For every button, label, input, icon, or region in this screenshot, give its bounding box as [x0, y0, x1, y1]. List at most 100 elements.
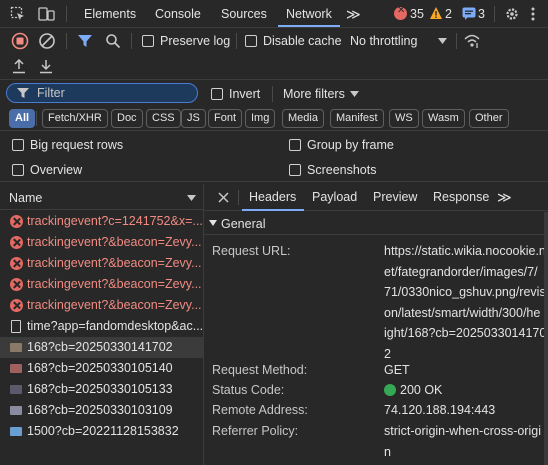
issues-count[interactable]: 3	[478, 7, 485, 21]
image-thumbnail-icon	[10, 343, 22, 352]
chip-wasm[interactable]: Wasm	[422, 109, 465, 128]
chip-img[interactable]: Img	[245, 109, 276, 128]
panel-splitter[interactable]	[203, 184, 204, 465]
tab-console[interactable]: Console	[155, 0, 201, 28]
tab-headers[interactable]: Headers	[249, 184, 296, 211]
filter-input[interactable]: Filter	[6, 83, 198, 103]
filter-funnel-icon[interactable]	[77, 33, 93, 49]
devtools-tabbar: Elements Console Sources Network ≫ ✕ 35 …	[0, 0, 548, 28]
invert-checkbox[interactable]	[211, 88, 223, 100]
request-url-line: et/fategrandorder/images/7/	[384, 264, 538, 279]
request-name: 168?cb=20250330105133	[27, 382, 173, 396]
image-thumbnail-icon	[10, 364, 22, 373]
group-by-frame-checkbox[interactable]	[289, 139, 301, 151]
error-count[interactable]: 35	[410, 7, 424, 21]
request-row[interactable]: time?app=fandomdesktop&ac...	[0, 316, 204, 337]
error-icon	[10, 215, 23, 228]
device-toolbar-icon[interactable]	[38, 6, 56, 22]
more-filters-dropdown[interactable]: More filters	[283, 87, 345, 101]
stop-recording-icon[interactable]	[11, 32, 29, 50]
throttling-select[interactable]: No throttling	[350, 34, 417, 48]
screenshots-checkbox[interactable]	[289, 164, 301, 176]
request-url-line: on/latest/smart/width/300/he	[384, 305, 541, 320]
request-method-value: GET	[384, 363, 410, 377]
tab-sources[interactable]: Sources	[221, 0, 267, 28]
import-har-icon[interactable]	[12, 59, 26, 74]
section-divider	[204, 234, 548, 235]
resource-type-filters: All Fetch/XHR Doc CSS JS Font Img Media …	[0, 107, 548, 131]
chip-media[interactable]: Media	[282, 109, 324, 128]
request-name: trackingevent?&beacon=Zevy...	[27, 235, 202, 249]
filter-row: Filter Invert More filters	[0, 80, 548, 107]
request-row[interactable]: trackingevent?&beacon=Zevy...	[0, 295, 204, 316]
request-row[interactable]: 168?cb=20250330141702	[0, 337, 204, 358]
inspect-element-icon[interactable]	[10, 6, 26, 22]
warning-count-icon	[430, 7, 442, 19]
request-row[interactable]: trackingevent?c=1241752&x=...	[0, 211, 204, 232]
tab-network[interactable]: Network	[286, 0, 332, 28]
chip-other[interactable]: Other	[469, 109, 509, 128]
chip-manifest[interactable]: Manifest	[330, 109, 384, 128]
detail-scrollbar[interactable]	[544, 212, 548, 465]
chip-font[interactable]: Font	[208, 109, 243, 128]
chevron-down-icon	[350, 91, 359, 97]
request-row[interactable]: 168?cb=20250330105133	[0, 379, 204, 400]
request-name: trackingevent?&beacon=Zevy...	[27, 256, 202, 270]
tab-response[interactable]: Response	[433, 184, 489, 211]
chip-doc[interactable]: Doc	[111, 109, 143, 128]
more-tabs-button[interactable]: ≫	[346, 0, 361, 28]
request-method-key: Request Method:	[212, 363, 308, 377]
referrer-policy-key: Referrer Policy:	[212, 424, 299, 438]
request-row[interactable]: trackingevent?&beacon=Zevy...	[0, 232, 204, 253]
close-icon[interactable]	[218, 192, 229, 203]
preserve-log-label: Preserve log	[160, 34, 231, 48]
request-url-line: 2	[384, 346, 391, 361]
network-conditions-icon[interactable]	[463, 33, 481, 49]
options-row-2: Overview Screenshots	[0, 158, 548, 182]
overview-label: Overview	[30, 163, 83, 177]
detail-tabbar: Headers Payload Preview Response ≫	[204, 184, 548, 211]
request-url-line: ight/168?cb=2025033014170	[384, 326, 547, 340]
request-row[interactable]: trackingevent?&beacon=Zevy...	[0, 253, 204, 274]
request-name: 168?cb=20250330103109	[27, 403, 173, 417]
chip-css[interactable]: CSS	[146, 109, 181, 128]
export-har-icon[interactable]	[39, 59, 53, 74]
request-row[interactable]: trackingevent?&beacon=Zevy...	[0, 274, 204, 295]
status-ok-dot-icon	[384, 384, 396, 396]
chevron-down-icon	[438, 38, 447, 44]
disable-cache-checkbox[interactable]	[245, 35, 257, 47]
request-url-line: https://static.wikia.nocookie.n	[384, 244, 546, 258]
chip-ws[interactable]: WS	[389, 109, 419, 128]
active-detail-tab-indicator	[242, 209, 304, 211]
preserve-log-checkbox[interactable]	[142, 35, 154, 47]
overview-checkbox[interactable]	[12, 164, 24, 176]
more-detail-tabs-button[interactable]: ≫	[497, 184, 512, 211]
tab-elements[interactable]: Elements	[84, 0, 136, 28]
invert-label: Invert	[229, 87, 261, 101]
request-row[interactable]: 168?cb=20250330103109	[0, 400, 204, 421]
name-column-header[interactable]: Name	[0, 184, 204, 210]
general-section-title[interactable]: General	[221, 217, 265, 231]
status-code-value: 200 OK	[400, 383, 443, 397]
chip-fetch-xhr[interactable]: Fetch/XHR	[42, 109, 108, 128]
tab-preview[interactable]: Preview	[373, 184, 417, 211]
warning-count[interactable]: 2	[445, 7, 452, 21]
request-row[interactable]: 168?cb=20250330105140	[0, 358, 204, 379]
request-name: 168?cb=20250330105140	[27, 361, 173, 375]
clear-icon[interactable]	[38, 32, 56, 50]
options-row-1: Big request rows Group by frame	[0, 133, 548, 157]
image-thumbnail-icon	[10, 427, 22, 436]
referrer-policy-value: strict-origin-when-cross-origi	[384, 424, 541, 438]
big-request-rows-checkbox[interactable]	[12, 139, 24, 151]
request-row[interactable]: 1500?cb=20221128153832	[0, 421, 204, 442]
search-icon[interactable]	[105, 33, 121, 49]
more-options-icon[interactable]	[530, 6, 536, 22]
chip-js[interactable]: JS	[181, 109, 206, 128]
network-toolbar: Preserve log Disable cache No throttling	[0, 28, 548, 54]
error-icon	[10, 257, 23, 270]
issues-count-icon	[462, 7, 476, 20]
settings-gear-icon[interactable]	[504, 6, 520, 22]
collapse-triangle-icon[interactable]	[209, 220, 217, 227]
tab-payload[interactable]: Payload	[312, 184, 357, 211]
chip-all[interactable]: All	[9, 109, 36, 128]
